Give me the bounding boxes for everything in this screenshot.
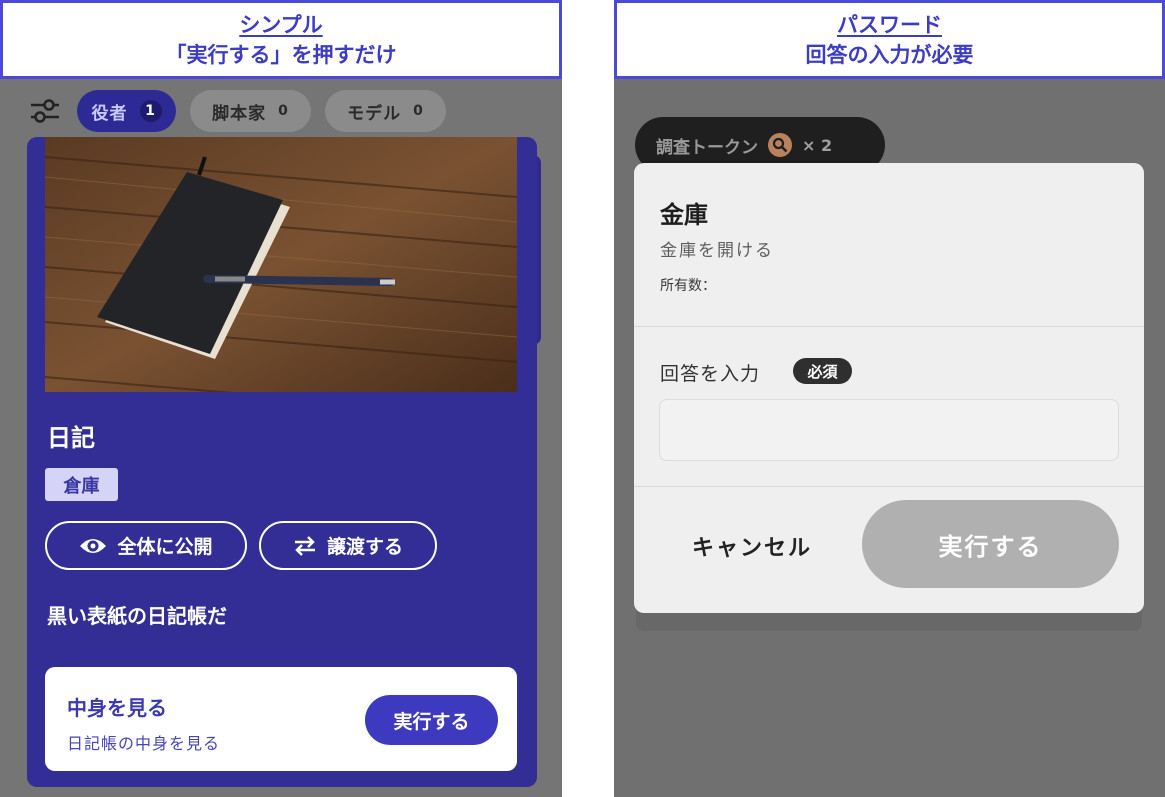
chip-label: 脚本家 [212,103,267,124]
chip-label: 役者 [91,103,128,124]
filter-chip-writer[interactable]: 脚本家 0 [190,90,311,132]
password-panel: パスワード 回答の入力が必要 調査トークン × 2 金庫 金庫を開ける 所有数：… [614,0,1165,797]
chip-count: 1 [139,100,162,122]
item-card: 日記 倉庫 全体に公開 譲渡する 黒い表紙の日記帳だ 中身を見る 日記帳の中身を… [27,137,537,787]
caption-subtitle: 「実行する」を押すだけ [165,43,397,67]
filter-chip-actor[interactable]: 役者 1 [77,90,176,132]
cancel-button[interactable]: キャンセル [662,513,842,579]
search-icon [768,133,792,157]
item-description: 黒い表紙の日記帳だ [47,604,227,628]
caption-title: シンプル [239,13,323,37]
dialog-title: 金庫 [660,201,708,229]
caption-title: パスワード [837,13,942,37]
token-label: 調査トークン [656,137,758,158]
owned-count-label: 所有数： [660,278,716,294]
item-title: 日記 [47,424,95,452]
simple-panel: シンプル 「実行する」を押すだけ 役者 1 脚本家 0 モデル 0 日記 倉庫 … [0,0,562,797]
make-public-button[interactable]: 全体に公開 [45,521,247,570]
submit-button[interactable]: 実行する [862,500,1119,588]
eye-icon [80,538,107,553]
transfer-button[interactable]: 譲渡する [259,521,437,570]
location-tag: 倉庫 [45,468,118,501]
answer-input[interactable] [659,399,1119,461]
divider [634,486,1144,487]
required-badge: 必須 [793,358,852,384]
divider [634,326,1144,327]
swap-icon [294,535,315,556]
action-box: 中身を見る 日記帳の中身を見る 実行する [45,667,517,771]
diary-photo [45,137,517,392]
dialog-subtitle: 金庫を開ける [660,241,774,261]
token-multiplier: × 2 [802,135,833,155]
chip-count: 0 [278,103,289,119]
password-caption: パスワード 回答の入力が必要 [614,0,1165,79]
action-subtitle: 日記帳の中身を見る [67,734,221,753]
simple-caption: シンプル 「実行する」を押すだけ [0,0,562,79]
filter-chip-model[interactable]: モデル 0 [325,90,446,132]
answer-label: 回答を入力 [660,363,761,385]
caption-subtitle: 回答の入力が必要 [805,43,974,67]
transfer-label: 譲渡する [326,536,403,558]
make-public-label: 全体に公開 [117,536,213,558]
chip-label: モデル [347,103,402,124]
filter-icon[interactable] [28,94,62,128]
chip-count: 0 [413,103,424,119]
password-dialog: 金庫 金庫を開ける 所有数： 回答を入力 必須 キャンセル 実行する [634,163,1144,613]
action-title: 中身を見る [67,696,167,720]
execute-button[interactable]: 実行する [365,695,498,745]
